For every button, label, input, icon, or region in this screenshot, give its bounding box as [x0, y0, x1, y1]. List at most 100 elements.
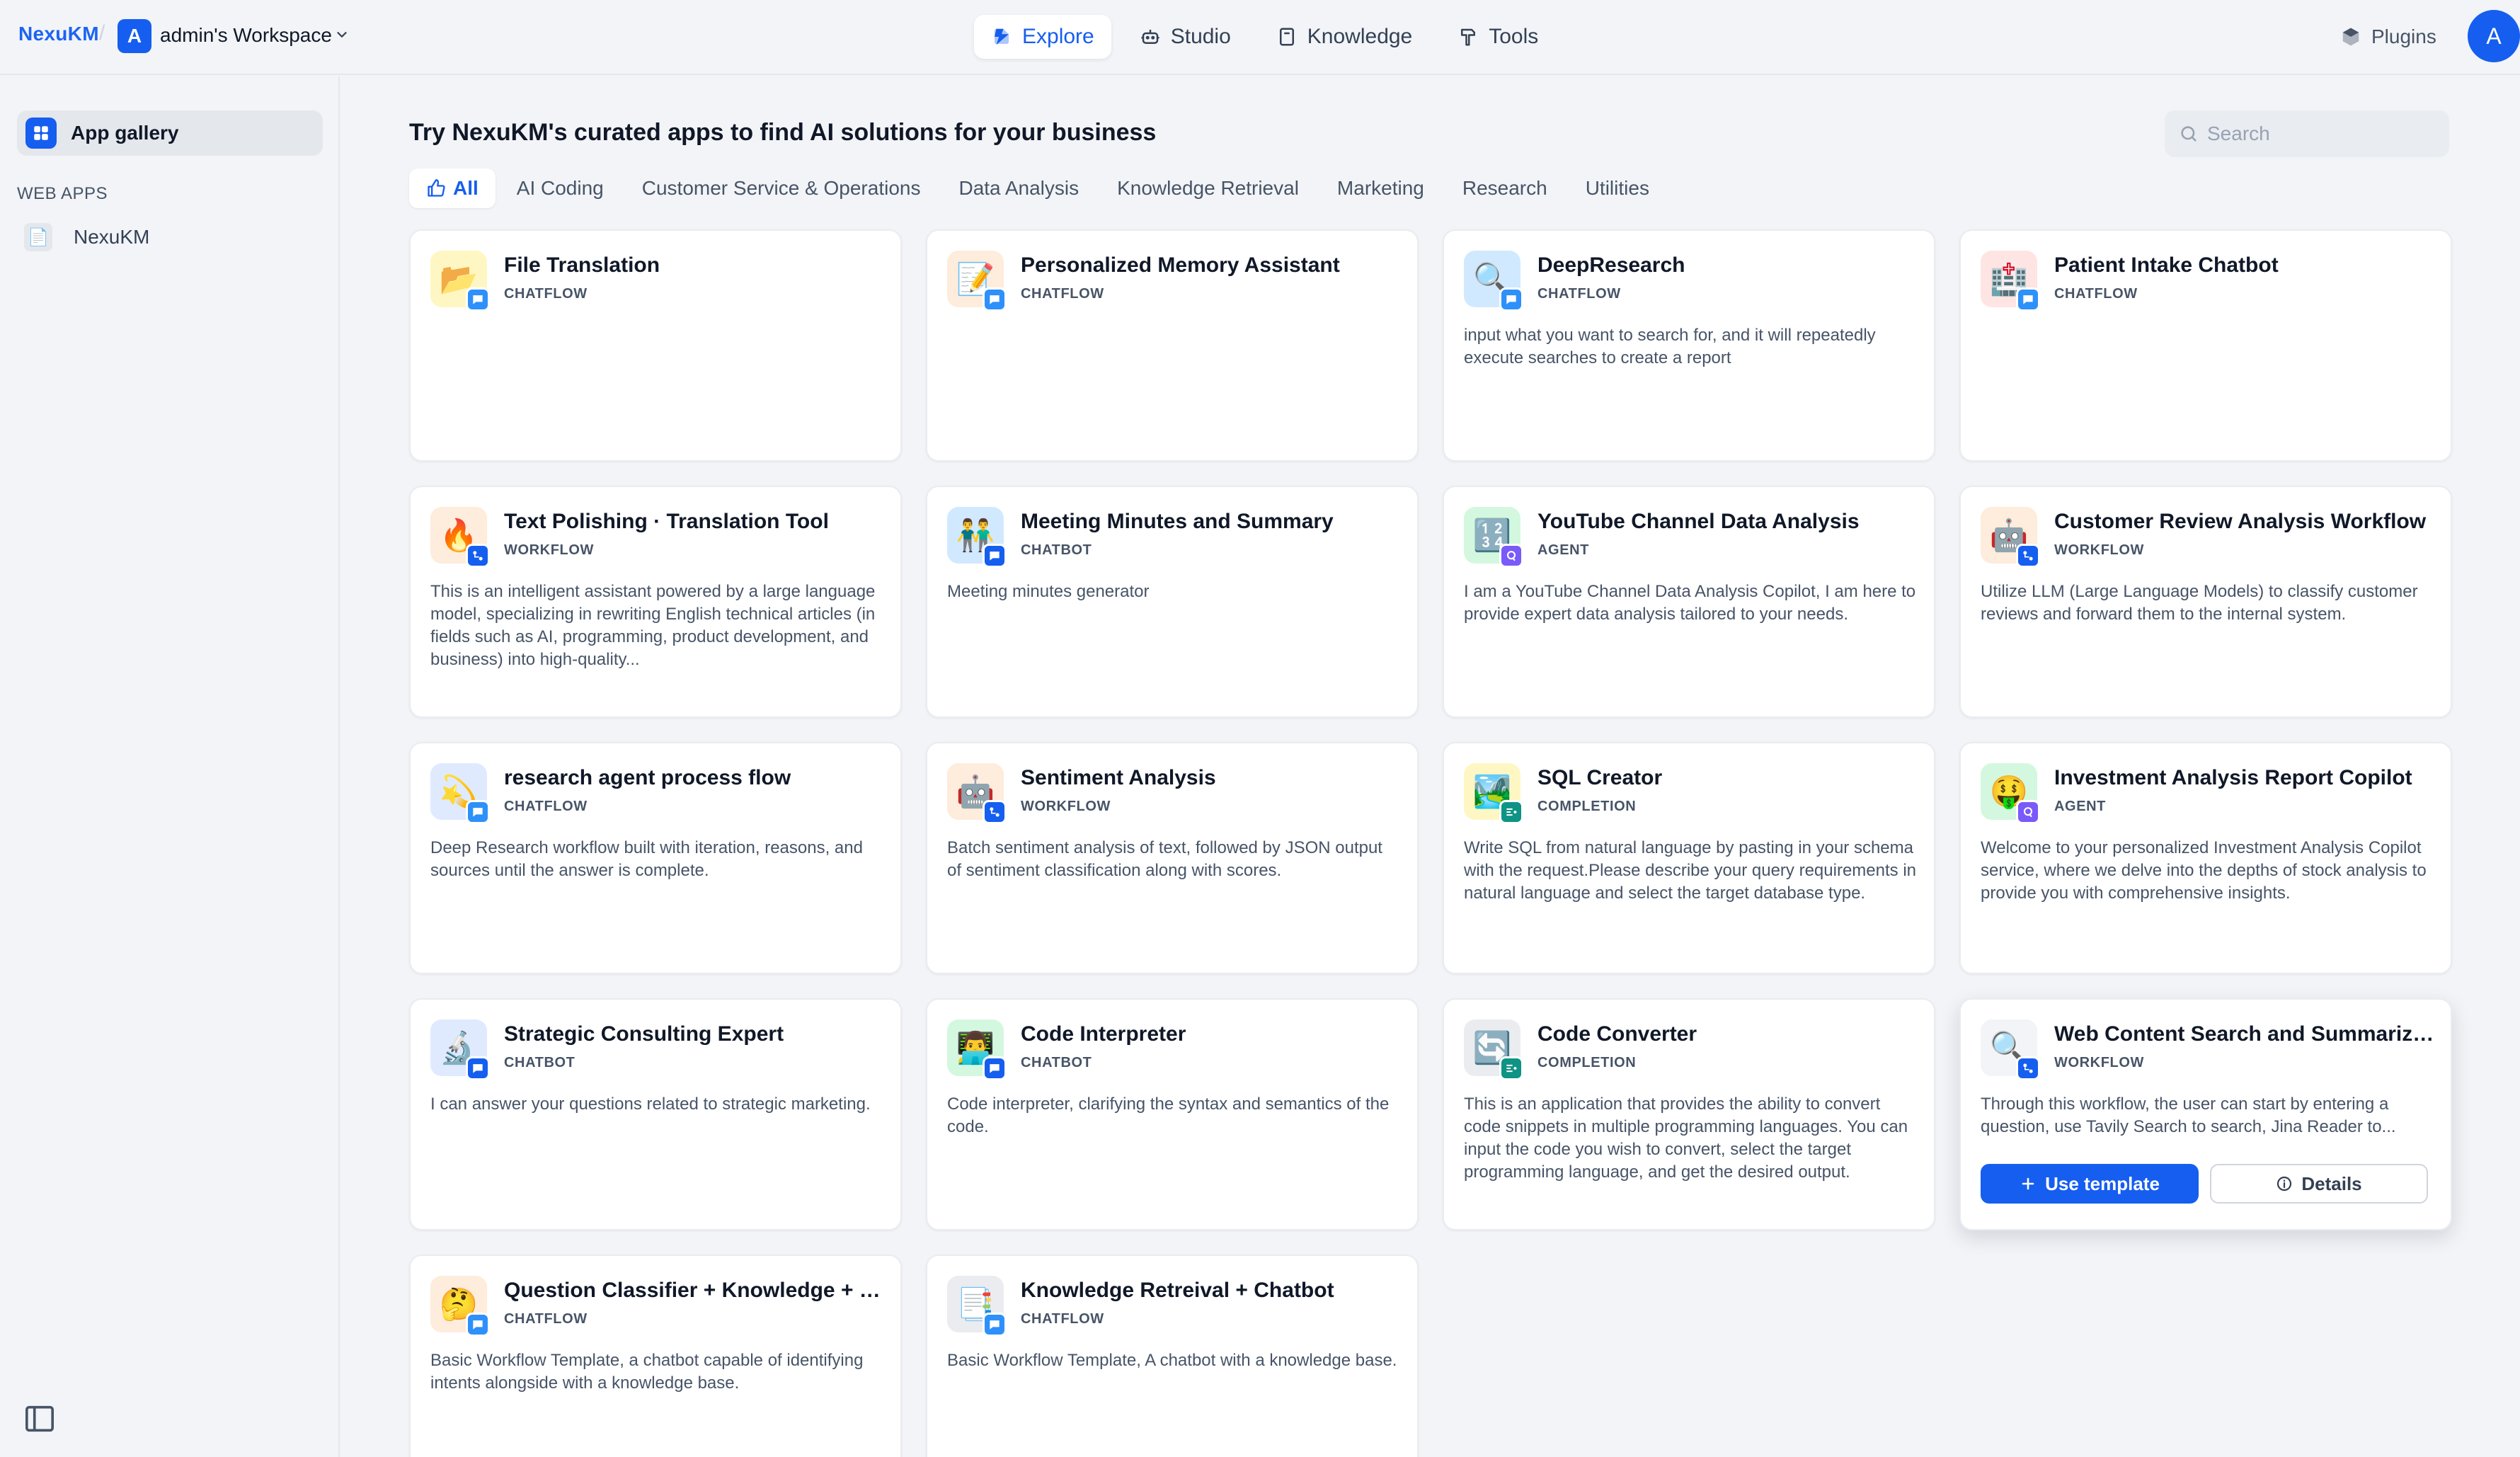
tab-data-analysis[interactable]: Data Analysis	[941, 168, 1096, 208]
app-type-label: COMPLETION	[1537, 799, 1637, 814]
nav-knowledge-label: Knowledge	[1307, 25, 1413, 48]
app-card[interactable]: 🔍 DeepResearch CHATFLOW input what you want…	[1443, 229, 1935, 462]
sidebar-item-app-gallery[interactable]: App gallery	[17, 110, 323, 156]
app-title: File Translation	[504, 253, 660, 277]
app-type-label: CHATFLOW	[1021, 286, 1104, 302]
tab-label: Knowledge Retrieval	[1117, 177, 1299, 199]
app-card[interactable]: 📝 Personalized Memory Assistant CHATFLOW	[926, 229, 1419, 462]
chat-badge-icon	[983, 1313, 1007, 1337]
app-title: Question Classifier + Knowledge + Ch...	[504, 1279, 886, 1302]
page-title: Try NexuKM's curated apps to find AI sol…	[409, 119, 1157, 146]
workspace-name[interactable]: admin's Workspace	[160, 24, 332, 47]
nav-explore[interactable]: Explore	[974, 15, 1111, 59]
completion-badge-icon	[1499, 1056, 1523, 1080]
app-description: Basic Workflow Template, a chatbot capab…	[430, 1351, 864, 1393]
brand-logo[interactable]: NexuKM	[18, 23, 99, 45]
use-template-button[interactable]: Use template	[1981, 1164, 2199, 1204]
app-title: YouTube Channel Data Analysis	[1537, 510, 1860, 533]
user-avatar[interactable]: A	[2468, 10, 2520, 62]
app-card[interactable]: 🤖 Sentiment Analysis WORKFLOW Batch sentime…	[926, 742, 1419, 974]
search-input[interactable]	[2207, 122, 2441, 145]
info-icon	[2277, 1176, 2292, 1192]
nav-studio-label: Studio	[1170, 25, 1231, 48]
app-title: research agent process flow	[504, 766, 791, 789]
sidebar-item-nexukm[interactable]: 📄 NexuKM	[24, 219, 149, 255]
app-description: Basic Workflow Template, A chatbot with …	[947, 1351, 1397, 1370]
main-nav: Explore Studio Knowledge Tools	[974, 15, 1555, 59]
tab-ai-coding[interactable]: AI Coding	[500, 168, 621, 208]
sidebar-item-label: NexuKM	[74, 226, 150, 248]
app-card[interactable]: 🏥 Patient Intake Chatbot CHATFLOW	[1959, 229, 2452, 462]
app-title: Strategic Consulting Expert	[504, 1022, 784, 1046]
nav-studio[interactable]: Studio	[1123, 15, 1248, 59]
sidebar-collapse-icon[interactable]	[24, 1405, 55, 1433]
app-type-label: AGENT	[1537, 542, 1589, 558]
app-card[interactable]: 🔥 Text Polishing · Translation Tool WORKFL…	[409, 486, 902, 718]
plugins-label: Plugins	[2371, 25, 2436, 47]
hammer-icon	[1461, 28, 1476, 46]
tab-customer-service-operations[interactable]: Customer Service & Operations	[625, 168, 938, 208]
app-type-label: CHATFLOW	[504, 1311, 588, 1327]
app-card[interactable]: 🤖 Customer Review Analysis Workflow WORKFL…	[1959, 486, 2452, 718]
nav-tools[interactable]: Tools	[1441, 15, 1555, 59]
completion-badge-icon	[1499, 800, 1523, 824]
agent-badge-icon	[1499, 544, 1523, 568]
app-type-label: CHATBOT	[1021, 1055, 1092, 1070]
app-card[interactable]: 📑 Knowledge Retreival + Chatbot CHATFLOW Ba…	[926, 1255, 1419, 1457]
app-description: Utilize LLM (Large Language Models) to c…	[1981, 582, 2418, 624]
app-description: Write SQL from natural language by pasti…	[1464, 838, 1916, 903]
app-card[interactable]: 📂 File Translation CHATFLOW	[409, 229, 902, 462]
chat-badge-icon	[466, 287, 490, 312]
app-card[interactable]: 🤔 Question Classifier + Knowledge + Ch...…	[409, 1255, 902, 1457]
chevron-down-icon[interactable]	[334, 27, 350, 42]
app-card[interactable]: 🔢 YouTube Channel Data Analysis AGENT I am …	[1443, 486, 1935, 718]
chat-badge-icon	[983, 544, 1007, 568]
robot-icon	[1141, 30, 1159, 44]
nav-knowledge[interactable]: Knowledge	[1259, 15, 1429, 59]
tab-knowledge-retrieval[interactable]: Knowledge Retrieval	[1100, 168, 1316, 208]
category-tabs: All AI Coding Customer Service & Operation…	[409, 168, 1666, 208]
search-box[interactable]	[2165, 110, 2449, 157]
app-card[interactable]: 👨‍💻 Code Interpreter CHATBOT Code interpret…	[926, 998, 1419, 1230]
sidebar-section-label: WEB APPS	[17, 184, 108, 203]
app-title: Code Interpreter	[1021, 1022, 1186, 1046]
app-type-label: CHATFLOW	[1021, 1311, 1104, 1327]
app-type-label: WORKFLOW	[1021, 799, 1111, 814]
app-type-label: CHATFLOW	[1537, 286, 1621, 302]
app-card[interactable]: 🔍 Web Content Search and Summarizat... WOR…	[1959, 998, 2452, 1230]
app-description: I can answer your questions related to s…	[430, 1095, 871, 1114]
app-type-label: WORKFLOW	[2054, 1055, 2144, 1070]
app-description: Welcome to your personalized Investment …	[1981, 838, 2427, 903]
tab-utilities[interactable]: Utilities	[1569, 168, 1666, 208]
nav-tools-label: Tools	[1489, 25, 1539, 48]
app-card[interactable]: 💫 research agent process flow CHATFLOW Deep…	[409, 742, 902, 974]
tab-all[interactable]: All	[409, 168, 496, 208]
details-button[interactable]: Details	[2210, 1164, 2428, 1204]
app-title: Patient Intake Chatbot	[2054, 253, 2279, 277]
app-card[interactable]: 🤑 Investment Analysis Report Copilot AGENT…	[1959, 742, 2452, 974]
sidebar-item-label: App gallery	[71, 122, 179, 144]
tab-research[interactable]: Research	[1445, 168, 1564, 208]
app-type-label: WORKFLOW	[2054, 542, 2144, 558]
plus-icon	[2022, 1177, 2034, 1190]
tab-label: Research	[1462, 177, 1547, 199]
app-card[interactable]: 👬 Meeting Minutes and Summary CHATBOT Meeti…	[926, 486, 1419, 718]
thumbs-up-icon	[428, 179, 445, 197]
app-title: Text Polishing · Translation Tool	[504, 510, 829, 533]
compass-icon	[995, 28, 1009, 45]
app-card[interactable]: 🏞️ SQL Creator COMPLETION Write SQL from na…	[1443, 742, 1935, 974]
app-card[interactable]: 🔄 Code Converter COMPLETION This is an appl…	[1443, 998, 1935, 1230]
app-type-label: CHATFLOW	[2054, 286, 2138, 302]
app-type-label: AGENT	[2054, 799, 2106, 814]
app-type-label: CHATFLOW	[504, 799, 588, 814]
tab-marketing[interactable]: Marketing	[1320, 168, 1441, 208]
workspace-avatar[interactable]: A	[118, 19, 151, 53]
chat-badge-icon	[983, 287, 1007, 312]
chat-badge-icon	[466, 1056, 490, 1080]
app-card[interactable]: 🔬 Strategic Consulting Expert CHATBOT I can…	[409, 998, 902, 1230]
chat-badge-icon	[1499, 287, 1523, 312]
plugins-button[interactable]: Plugins	[2340, 21, 2436, 52]
app-description: Code interpreter, clarifying the syntax …	[947, 1095, 1390, 1136]
app-description: This is an intelligent assistant powered…	[430, 582, 876, 669]
details-label: Details	[2301, 1172, 2362, 1194]
